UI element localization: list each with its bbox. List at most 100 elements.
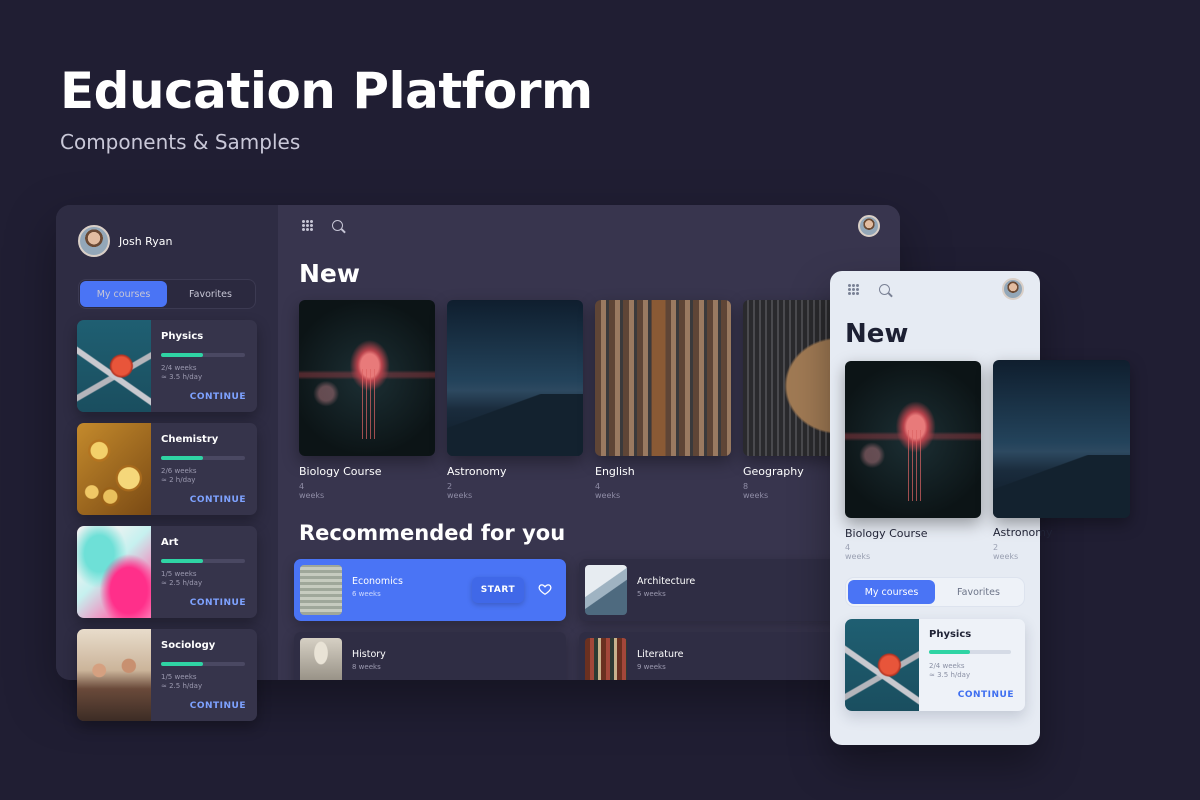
avatar[interactable] (858, 215, 880, 237)
course-duration: 5 weeks (637, 590, 666, 598)
course-image (447, 300, 583, 456)
search-button[interactable] (875, 280, 893, 298)
course-image (299, 300, 435, 456)
recommended-card-literature[interactable]: Literature 9 weeks (579, 632, 851, 680)
recommended-card-architecture[interactable]: Architecture 5 weeks (579, 559, 851, 621)
course-title: Chemistry (161, 434, 219, 445)
search-button[interactable] (328, 216, 346, 234)
course-thumbnail (77, 526, 151, 618)
main-panel: New Biology Course 4 weeks Astronomy 2 w… (278, 205, 900, 680)
continue-button[interactable]: CONTINUE (190, 495, 246, 505)
user-name: Josh Ryan (119, 235, 173, 248)
sidebar: Josh Ryan My courses Favorites Physics 2… (56, 205, 278, 680)
course-title: Biology Course (845, 527, 928, 540)
progress-fill (161, 456, 203, 460)
course-thumbnail (77, 320, 151, 412)
avatar[interactable] (1002, 278, 1024, 300)
course-duration: 4 weeks (595, 482, 621, 500)
avatar[interactable] (78, 225, 110, 257)
course-tabs: My courses Favorites (846, 578, 1024, 606)
course-thumbnail (585, 638, 627, 680)
course-title: Astronomy (447, 465, 507, 478)
course-card-physics[interactable]: Physics 2/4 weeks ≈ 3.5 h/day CONTINUE (77, 320, 257, 412)
course-title: Literature (637, 649, 684, 660)
course-thumbnail (300, 638, 342, 680)
course-pace: ≈ 2.5 h/day (161, 579, 203, 587)
course-title: English (595, 465, 635, 478)
progress-fill (161, 559, 203, 563)
course-weeks: 1/5 weeks (161, 673, 197, 681)
progress-bar (929, 650, 1011, 654)
heart-icon[interactable] (538, 582, 552, 596)
new-section-title: New (845, 319, 909, 349)
course-card-physics[interactable]: Physics 2/4 weeks ≈ 3.5 h/day CONTINUE (845, 619, 1025, 711)
grid-icon (847, 283, 859, 295)
course-thumbnail (300, 565, 342, 615)
tab-favorites[interactable]: Favorites (935, 580, 1022, 604)
start-button[interactable]: START (472, 577, 524, 603)
recommended-card-economics[interactable]: Economics 6 weeks START (294, 559, 566, 621)
course-card-chemistry[interactable]: Chemistry 2/6 weeks ≈ 2 h/day CONTINUE (77, 423, 257, 515)
course-card-sociology[interactable]: Sociology 1/5 weeks ≈ 2.5 h/day CONTINUE (77, 629, 257, 721)
course-thumbnail (77, 629, 151, 721)
course-title: History (352, 649, 386, 660)
progress-bar (161, 662, 245, 666)
course-thumbnail (845, 619, 919, 711)
search-icon (331, 219, 343, 231)
course-pace: ≈ 2.5 h/day (161, 682, 203, 690)
apps-grid-button[interactable] (298, 216, 316, 234)
progress-fill (929, 650, 970, 654)
course-image (993, 360, 1130, 518)
course-pace: ≈ 3.5 h/day (161, 373, 203, 381)
tab-my-courses[interactable]: My courses (80, 281, 167, 307)
course-duration: 6 weeks (352, 590, 381, 598)
recommended-section-title: Recommended for you (299, 521, 566, 545)
course-title: Astronomy (993, 526, 1053, 539)
progress-bar (161, 353, 245, 357)
course-duration: 4 weeks (845, 543, 871, 561)
progress-bar (161, 559, 245, 563)
course-duration: 2 weeks (993, 543, 1019, 561)
mobile-app-screen: New Biology Course 4 weeks Astronomy 2 w… (830, 271, 1130, 745)
course-duration: 9 weeks (637, 663, 666, 671)
continue-button[interactable]: CONTINUE (958, 690, 1014, 700)
course-pace: ≈ 3.5 h/day (929, 671, 971, 679)
course-weeks: 2/4 weeks (929, 662, 965, 670)
course-card-art[interactable]: Art 1/5 weeks ≈ 2.5 h/day CONTINUE (77, 526, 257, 618)
progress-bar (161, 456, 245, 460)
course-title: Sociology (161, 640, 216, 651)
course-duration: 2 weeks (447, 482, 473, 500)
course-title: Biology Course (299, 465, 382, 478)
course-title: Geography (743, 465, 804, 478)
grid-icon (301, 219, 313, 231)
progress-fill (161, 662, 203, 666)
course-image (595, 300, 731, 456)
continue-button[interactable]: CONTINUE (190, 701, 246, 711)
course-title: Physics (161, 331, 204, 342)
progress-fill (161, 353, 203, 357)
tab-my-courses[interactable]: My courses (848, 580, 935, 604)
hero-title: Education Platform (60, 62, 593, 120)
apps-grid-button[interactable] (844, 280, 862, 298)
course-title: Physics (929, 629, 972, 640)
course-thumbnail (77, 423, 151, 515)
tab-favorites[interactable]: Favorites (167, 281, 254, 307)
course-weeks: 2/6 weeks (161, 467, 197, 475)
continue-button[interactable]: CONTINUE (190, 392, 246, 402)
course-duration: 8 weeks (743, 482, 769, 500)
course-pace: ≈ 2 h/day (161, 476, 196, 484)
course-title: Economics (352, 576, 403, 587)
course-weeks: 2/4 weeks (161, 364, 197, 372)
course-duration: 4 weeks (299, 482, 325, 500)
course-tabs: My courses Favorites (78, 279, 256, 309)
desktop-app-window: Josh Ryan My courses Favorites Physics 2… (56, 205, 900, 680)
hero-subtitle: Components & Samples (60, 130, 301, 154)
continue-button[interactable]: CONTINUE (190, 598, 246, 608)
course-image (845, 361, 981, 518)
course-weeks: 1/5 weeks (161, 570, 197, 578)
recommended-card-history[interactable]: History 8 weeks (294, 632, 566, 680)
course-thumbnail (585, 565, 627, 615)
course-title: Art (161, 537, 179, 548)
course-title: Architecture (637, 576, 696, 587)
new-section-title: New (299, 259, 360, 288)
